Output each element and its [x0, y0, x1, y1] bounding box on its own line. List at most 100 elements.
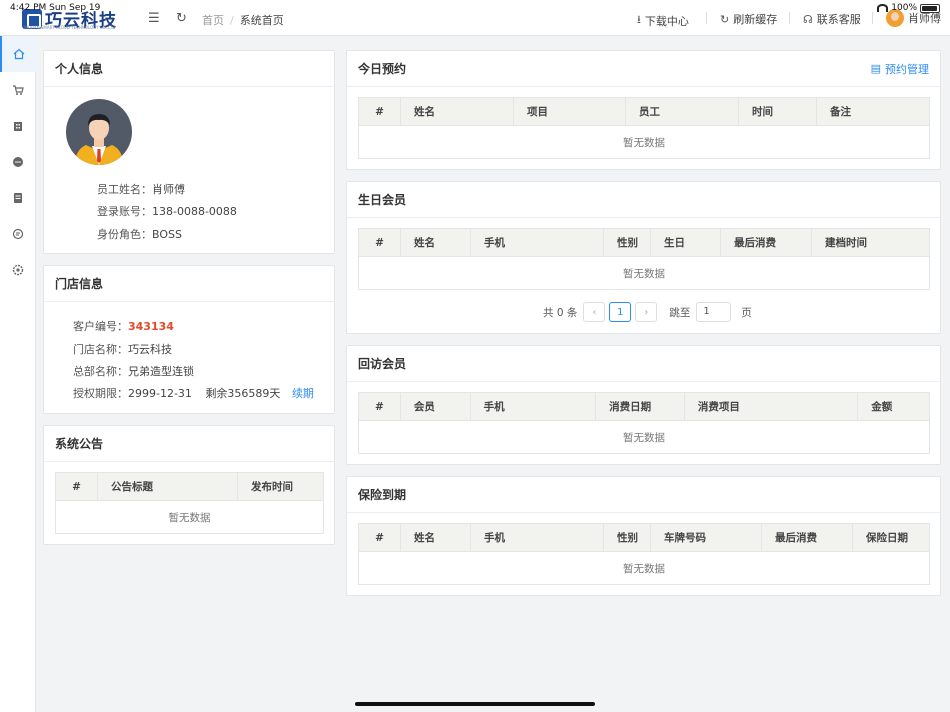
jump-label: 跳至: [669, 306, 691, 319]
chevron-right-icon: ›: [644, 306, 649, 318]
column-header: 保险日期: [866, 532, 908, 544]
column-header: 姓名: [401, 229, 471, 256]
hq-name: 兄弟造型连锁: [128, 365, 194, 378]
empty-state: 暂无数据: [623, 431, 665, 444]
sidebar-item-building[interactable]: [0, 108, 36, 144]
column-header: 姓名: [401, 524, 471, 551]
hq-row: 总部名称：兄弟造型连锁: [73, 363, 194, 379]
table-header: # 姓名 手机 性别 车牌号码 最后消费 保险日期: [359, 524, 929, 552]
next-page-button[interactable]: ›: [635, 302, 658, 322]
download-center-label: 下载中心: [644, 14, 689, 28]
battery-percent: 100%: [891, 3, 917, 13]
column-header: 姓名: [401, 98, 514, 125]
sidebar-item-settings[interactable]: [0, 252, 36, 288]
prev-page-button[interactable]: ‹: [583, 302, 606, 322]
card-title: 系统公告: [55, 437, 104, 451]
row-label: 身份角色：: [97, 228, 152, 241]
card-header: 保险到期: [347, 477, 940, 513]
sidebar-item-cart[interactable]: [0, 72, 36, 108]
revisit-member-card: 回访会员 # 会员 手机 消费日期 消费项目 金额 暂无数据: [346, 345, 941, 465]
sidebar-item-search-list[interactable]: [0, 216, 36, 252]
empty-state: 暂无数据: [623, 562, 665, 575]
store-info-card: 门店信息 客户编号：343134 门店名称：巧云科技 总部名称：兄弟造型连锁 授…: [43, 265, 335, 414]
column-header: 性别: [604, 229, 651, 256]
search-list-icon: [12, 228, 24, 240]
logo-subtitle: WUHAN SMART CLOUD TECHNOLOGY CO.,LTD: [24, 25, 116, 30]
today-appointment-card: 今日预约 ▤ 预约管理 # 姓名 项目 员工 时间 备注 暂无数据: [346, 50, 941, 170]
card-title: 门店信息: [55, 277, 104, 291]
refresh-icon: ↻: [720, 12, 730, 26]
empty-state: 暂无数据: [623, 267, 665, 280]
table-header: # 公告标题 发布时间: [56, 473, 323, 501]
appointment-manage-link[interactable]: ▤ 预约管理: [871, 61, 929, 77]
ios-status-bar: 4:42 PM Sun Sep 19 100%: [0, 0, 950, 14]
column-header: 公告标题: [98, 473, 238, 500]
store-name-row: 门店名称：巧云科技: [73, 341, 172, 357]
license-date: 2999-12-31: [128, 387, 192, 400]
breadcrumb: 首页 / 系统首页: [202, 14, 284, 27]
row-label: 门店名称：: [73, 343, 128, 356]
employee-name-row: 员工姓名：肖师傅: [97, 181, 185, 197]
column-header: 项目: [514, 98, 626, 125]
breadcrumb-home[interactable]: 首页: [202, 14, 224, 27]
notice-table: # 公告标题 发布时间 暂无数据: [55, 472, 324, 534]
license-row: 授权期限：2999-12-31 剩余356589天 续期: [73, 385, 314, 401]
appointment-table: # 姓名 项目 员工 时间 备注 暂无数据: [358, 97, 930, 159]
card-title: 今日预约: [358, 62, 407, 76]
appointment-manage-label: 预约管理: [885, 62, 929, 76]
column-header: 会员: [401, 393, 471, 420]
home-indicator[interactable]: [355, 702, 595, 706]
row-label: 登录账号：: [97, 205, 152, 218]
column-header: #: [56, 473, 98, 500]
total-count: 共 0 条: [543, 306, 578, 319]
page-number-button[interactable]: 1: [609, 302, 632, 322]
store-name: 巧云科技: [128, 343, 172, 356]
login-account-row: 登录账号：138-0088-0088: [97, 203, 237, 219]
home-icon: [13, 48, 25, 60]
wifi-icon: [877, 4, 889, 12]
table-header: # 姓名 手机 性别 生日 最后消费 建档时间: [359, 229, 929, 257]
column-header: #: [359, 524, 401, 551]
column-header: 时间: [739, 98, 817, 125]
chat-icon: [13, 157, 23, 167]
insurance-table: # 姓名 手机 性别 车牌号码 最后消费 保险日期 暂无数据: [358, 523, 930, 585]
calendar-icon: ▤: [870, 62, 881, 75]
battery-icon: [920, 3, 940, 13]
page-unit-label: 页: [741, 306, 752, 319]
document-icon: [14, 193, 22, 203]
card-title: 个人信息: [55, 62, 104, 76]
pagination: 共 0 条 ‹ 1 › 跳至 1 页: [543, 302, 752, 322]
sidebar-item-home[interactable]: [0, 36, 36, 72]
card-header: 系统公告: [44, 426, 334, 462]
page-jump-input[interactable]: 1: [696, 302, 732, 322]
column-header: 最后消费: [762, 524, 853, 551]
column-header: 建档时间: [825, 237, 867, 249]
system-notice-card: 系统公告 # 公告标题 发布时间 暂无数据: [43, 425, 335, 545]
card-header: 个人信息: [44, 51, 334, 87]
breadcrumb-current: 系统首页: [239, 14, 284, 27]
row-label: 总部名称：: [73, 365, 128, 378]
role: BOSS: [152, 228, 182, 241]
column-header: 车牌号码: [651, 524, 762, 551]
column-header: 发布时间: [251, 481, 293, 493]
sidebar: [0, 36, 36, 712]
renew-link[interactable]: 续期: [292, 387, 314, 400]
customer-no: 343134: [128, 320, 174, 333]
empty-state: 暂无数据: [168, 511, 211, 524]
column-header: 消费项目: [685, 393, 859, 420]
column-header: #: [359, 229, 401, 256]
sidebar-item-chat[interactable]: [0, 144, 36, 180]
card-title: 回访会员: [358, 357, 407, 371]
column-header: 手机: [471, 393, 597, 420]
card-header: 生日会员: [347, 182, 940, 218]
insurance-expiry-card: 保险到期 # 姓名 手机 性别 车牌号码 最后消费 保险日期 暂无数据: [346, 476, 941, 596]
personal-info-card: 个人信息 员工姓名：肖师傅 登录账号：138-0088-0088 身份角色：BO…: [43, 50, 335, 254]
cart-icon: [13, 85, 24, 95]
column-header: 员工: [626, 98, 739, 125]
employee-name: 肖师傅: [152, 183, 185, 196]
table-header: # 会员 手机 消费日期 消费项目 金额: [359, 393, 929, 421]
column-header: 最后消费: [721, 229, 812, 256]
sidebar-item-document[interactable]: [0, 180, 36, 216]
avatar: [66, 99, 132, 165]
column-header: 性别: [604, 524, 651, 551]
